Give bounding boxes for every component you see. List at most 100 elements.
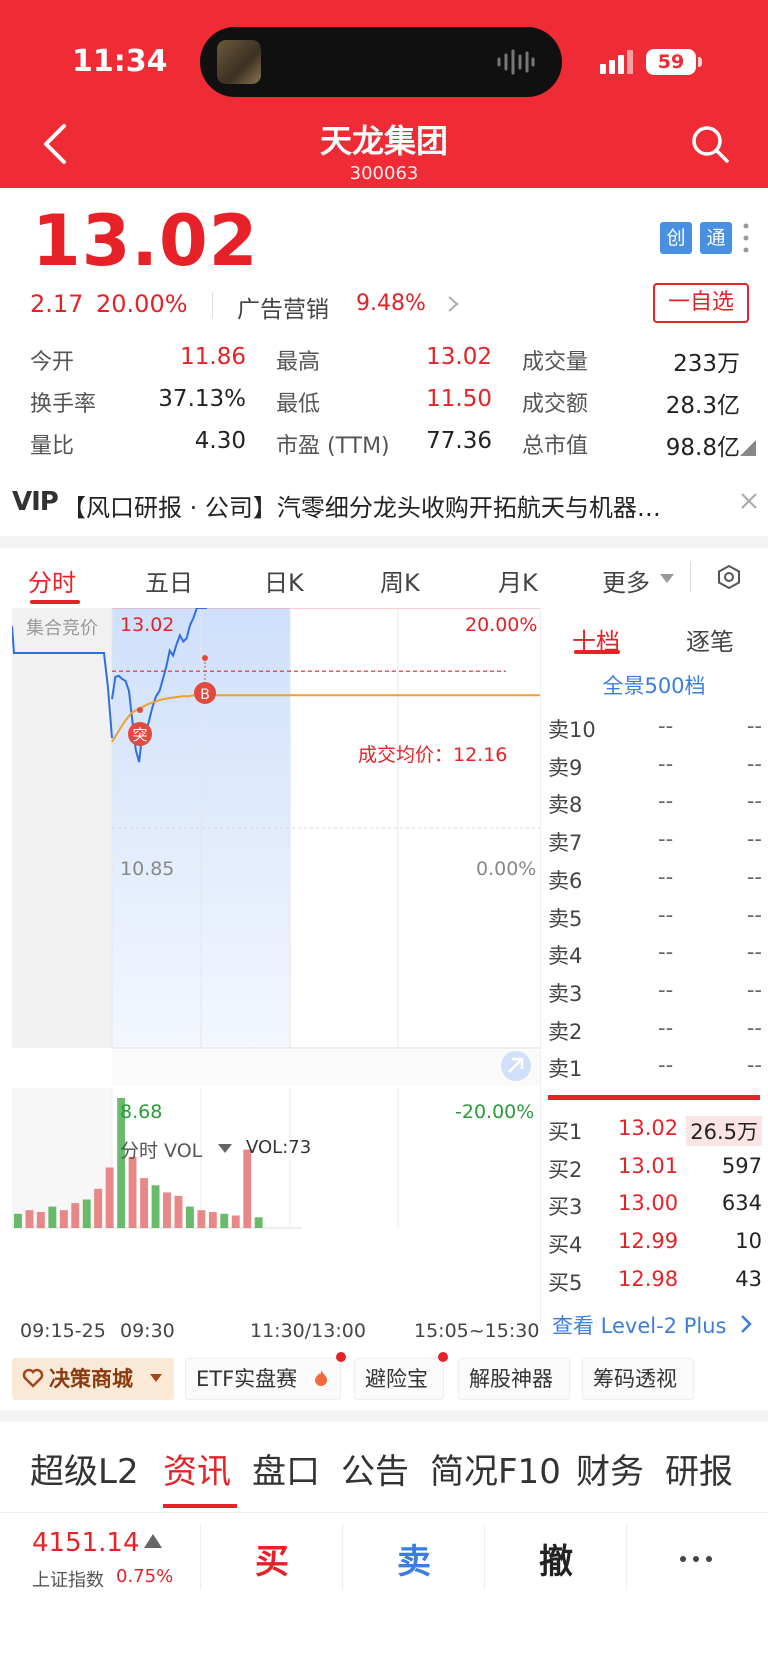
volume-bar xyxy=(151,1185,160,1228)
chevron-right-icon[interactable] xyxy=(446,294,460,314)
bid-row[interactable]: 买2 13.01 597 xyxy=(548,1154,766,1190)
tab-more[interactable]: 更多 xyxy=(602,563,650,598)
expand-corner-icon[interactable] xyxy=(740,440,756,456)
volume-bar xyxy=(48,1206,57,1228)
volume-bar xyxy=(140,1178,148,1228)
close-icon[interactable] xyxy=(740,492,758,510)
volume-value: VOL:73 xyxy=(246,1137,312,1158)
tab-order-flow[interactable]: 盘口 xyxy=(252,1444,320,1493)
volume-indicator-selector[interactable]: 分时 VOL xyxy=(120,1136,202,1163)
ask-row[interactable]: 卖6 -- -- xyxy=(548,865,766,901)
ask-row[interactable]: 卖5 -- -- xyxy=(548,903,766,939)
bid-row[interactable]: 买1 13.02 26.5万 xyxy=(548,1116,766,1152)
index-value[interactable]: 4151.14 xyxy=(32,1528,140,1558)
tab-active-indicator xyxy=(574,650,620,654)
more-horizontal-icon[interactable] xyxy=(678,1554,714,1564)
tab-weekly-k[interactable]: 周K xyxy=(380,563,420,598)
tab-news[interactable]: 资讯 xyxy=(163,1444,231,1493)
volume-bar xyxy=(94,1188,103,1228)
tab-active-indicator xyxy=(30,600,80,604)
ask-row[interactable]: 卖10 -- -- xyxy=(548,714,766,750)
chevron-down-icon[interactable] xyxy=(150,1374,162,1382)
news-headline[interactable]: 【风口研报 · 公司】汽零细分龙头收购开拓航天与机器… xyxy=(62,488,702,523)
chip-distribution-button[interactable]: 筹码透视 xyxy=(582,1358,694,1400)
tab-f10[interactable]: 简况F10 xyxy=(430,1444,561,1493)
ask-row[interactable]: 卖8 -- -- xyxy=(548,789,766,825)
intraday-chart[interactable]: 突B xyxy=(11,607,540,1318)
volume-bar xyxy=(71,1203,80,1228)
level-price: -- xyxy=(658,751,674,776)
notification-dot xyxy=(438,1352,448,1362)
divider xyxy=(0,1512,768,1513)
level2-link[interactable]: 查看 Level-2 Plus xyxy=(552,1310,726,1340)
ask-row[interactable]: 卖3 -- -- xyxy=(548,978,766,1014)
stat-value: 98.8亿 xyxy=(665,435,740,461)
ask-row[interactable]: 卖2 -- -- xyxy=(548,1016,766,1052)
buy-marker-label: B xyxy=(200,687,210,703)
ask-row[interactable]: 卖4 -- -- xyxy=(548,940,766,976)
ask-row[interactable]: 卖9 -- -- xyxy=(548,752,766,788)
volume-header xyxy=(112,1050,540,1086)
tab-super-l2[interactable]: 超级L2 xyxy=(30,1444,139,1493)
stat-value: 233万 xyxy=(673,351,740,377)
etf-contest-label: ETF实盘赛 xyxy=(196,1367,298,1391)
sector-change-pct[interactable]: 9.48% xyxy=(356,291,426,316)
divider xyxy=(690,562,691,592)
sector-name[interactable]: 广告营销 xyxy=(237,290,329,324)
chevron-down-icon[interactable] xyxy=(218,1144,232,1154)
tab-active-indicator xyxy=(163,1504,237,1508)
level-price: -- xyxy=(658,789,674,814)
index-name[interactable]: 上证指数 xyxy=(32,1566,104,1592)
level-volume: -- xyxy=(746,1015,762,1040)
chevron-down-icon[interactable] xyxy=(660,574,674,584)
divider xyxy=(342,1524,343,1590)
bid-row[interactable]: 买5 12.98 43 xyxy=(548,1267,766,1303)
full-depth-link[interactable]: 全景500档 xyxy=(540,670,768,700)
tab-research[interactable]: 研报 xyxy=(665,1444,733,1493)
settings-icon[interactable] xyxy=(716,564,742,590)
auction-label: 集合竞价 xyxy=(26,618,98,639)
level-label: 卖5 xyxy=(548,906,583,931)
y-tick-mid: 10.85 xyxy=(120,858,175,880)
level-price: 13.01 xyxy=(618,1153,679,1178)
x-tick-auction: 09:15-25 xyxy=(20,1320,106,1342)
stat-label: 成交量 xyxy=(522,350,589,375)
level-price: -- xyxy=(658,714,674,738)
tab-monthly-k[interactable]: 月K xyxy=(498,563,538,598)
cancel-order-button[interactable]: 撤 xyxy=(496,1534,616,1583)
bid-row[interactable]: 买4 12.99 10 xyxy=(548,1229,766,1265)
current-price: 13.02 xyxy=(32,200,259,282)
ask-row[interactable]: 卖1 -- -- xyxy=(548,1053,766,1089)
stock-analyzer-button[interactable]: 解股神器 xyxy=(458,1358,570,1400)
buy-button[interactable]: 买 xyxy=(212,1534,332,1583)
tab-five-day[interactable]: 五日 xyxy=(145,563,193,598)
tab-daily-k[interactable]: 日K xyxy=(264,563,304,598)
x-tick-close: 15:05~15:30 xyxy=(414,1320,540,1342)
search-icon[interactable] xyxy=(690,124,730,164)
chevron-right-icon[interactable] xyxy=(740,1314,752,1334)
stat-label: 最低 xyxy=(276,392,321,417)
level-volume: -- xyxy=(746,1053,762,1078)
volume-bar xyxy=(186,1206,194,1228)
tab-finance[interactable]: 财务 xyxy=(576,1444,644,1493)
chart-canvas[interactable]: 突B xyxy=(11,607,540,1318)
stat-value: 11.86 xyxy=(180,344,246,370)
stat-label: 换手率 xyxy=(30,392,97,417)
add-watchlist-button[interactable]: 一自选 xyxy=(653,283,749,323)
hedge-button[interactable]: 避险宝 xyxy=(354,1358,444,1400)
level-price: -- xyxy=(658,940,674,965)
ask-row[interactable]: 卖7 -- -- xyxy=(548,827,766,863)
tab-intraday[interactable]: 分时 xyxy=(28,563,76,598)
volume-bar xyxy=(105,1167,114,1228)
volume-bar xyxy=(231,1215,240,1228)
more-vertical-icon[interactable] xyxy=(742,222,750,254)
sell-button[interactable]: 卖 xyxy=(354,1534,474,1583)
level-volume: -- xyxy=(746,864,762,889)
level-label: 买3 xyxy=(548,1195,583,1220)
tab-announcements[interactable]: 公告 xyxy=(341,1444,409,1493)
bid-row[interactable]: 买3 13.00 634 xyxy=(548,1191,766,1227)
level-label: 卖6 xyxy=(548,868,583,893)
level-label: 卖10 xyxy=(548,718,596,742)
tab-tick-by-tick[interactable]: 逐笔 xyxy=(686,622,734,657)
level-volume: 10 xyxy=(735,1229,762,1254)
